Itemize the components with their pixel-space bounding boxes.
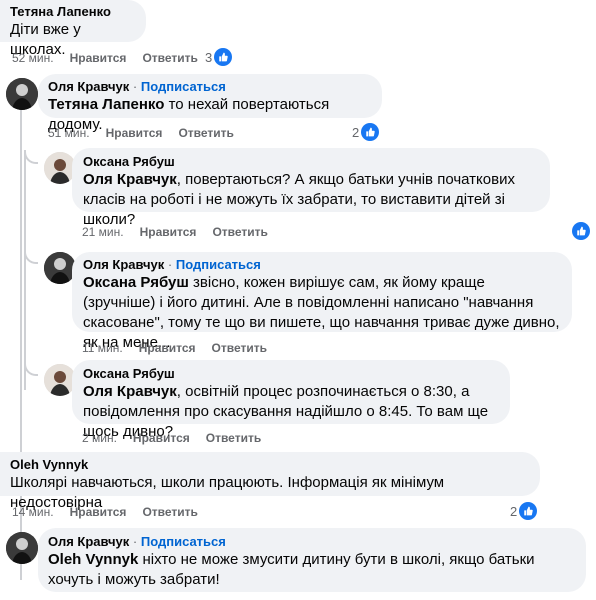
like-icon — [214, 48, 233, 66]
mention-link[interactable]: Оля Кравчук — [83, 171, 177, 188]
reply-button[interactable]: Ответить — [142, 51, 197, 65]
thread-connector — [24, 150, 38, 164]
reply-button[interactable]: Ответить — [142, 505, 197, 519]
comment-time[interactable]: 2 мин. — [82, 431, 117, 445]
comment-bubble: Оля Кравчук · Подписаться Тетяна Лапенко… — [38, 74, 382, 133]
avatar[interactable] — [6, 532, 38, 564]
subscribe-link[interactable]: Подписаться — [141, 534, 226, 549]
comment-bubble: Оксана Рябуш Оля Кравчук, повертаються? … — [72, 148, 550, 228]
comment-author[interactable]: Оля Кравчук — [48, 79, 129, 94]
reaction-number: 3 — [205, 49, 213, 65]
comment-meta: 14 мин. Нравится Ответить — [12, 505, 214, 519]
reply-button[interactable]: Ответить — [206, 431, 261, 445]
subscribe-link[interactable]: Подписаться — [141, 79, 226, 94]
like-icon — [572, 222, 590, 240]
reply-button[interactable]: Ответить — [212, 225, 267, 239]
like-button[interactable]: Нравится — [140, 225, 197, 239]
like-button[interactable]: Нравится — [70, 505, 127, 519]
reaction-count[interactable]: 3 — [205, 48, 233, 66]
like-button[interactable]: Нравится — [106, 126, 163, 140]
thread-connector — [24, 362, 38, 376]
mention-link[interactable]: Тетяна Лапенко — [48, 96, 164, 113]
comment-meta: 52 мин. Нравится Ответить — [12, 51, 214, 65]
comment-meta: 51 мин. Нравится Ответить — [48, 126, 250, 140]
comment-time[interactable]: 21 мин. — [82, 225, 124, 239]
reaction-count[interactable]: 2 — [352, 123, 380, 141]
thread-line-nested — [24, 150, 26, 390]
mention-link[interactable]: Оля Кравчук — [83, 383, 177, 400]
subscribe-link[interactable]: Подписаться — [176, 257, 261, 272]
comment-meta: 11 мин. Нравится Ответить — [82, 341, 283, 355]
comment-author[interactable]: Оксана Рябуш — [83, 366, 499, 382]
reaction-count[interactable] — [570, 222, 590, 240]
reply-button[interactable]: Ответить — [212, 341, 267, 355]
avatar[interactable] — [6, 78, 38, 110]
comment-author[interactable]: Оксана Рябуш — [83, 154, 539, 170]
comment-time[interactable]: 52 мин. — [12, 51, 54, 65]
comment-author[interactable]: Оля Кравчук — [48, 534, 129, 549]
comment-time[interactable]: 51 мин. — [48, 126, 90, 140]
like-button[interactable]: Нравится — [133, 431, 190, 445]
mention-link[interactable]: Oleh Vynnyk — [48, 551, 138, 568]
reaction-count[interactable]: 2 — [510, 502, 538, 520]
reaction-number: 2 — [510, 503, 518, 519]
mention-link[interactable]: Оксана Рябуш — [83, 274, 189, 291]
comment-author[interactable]: Тетяна Лапенко — [10, 4, 136, 20]
comment-meta: 2 мин. Нравится Ответить — [82, 431, 277, 445]
reply-button[interactable]: Ответить — [178, 126, 233, 140]
comment-author[interactable]: Oleh Vynnyk — [10, 457, 530, 473]
reaction-number: 2 — [352, 124, 360, 140]
comment-bubble: Оля Кравчук · Подписаться Oleh Vynnyk ні… — [38, 528, 586, 592]
comment-bubble: Тетяна Лапенко Діти вже у школах. — [0, 0, 146, 58]
like-icon — [361, 123, 380, 141]
comment-bubble: Oleh Vynnyk Школярі навчаються, школи пр… — [0, 452, 540, 511]
comment-time[interactable]: 14 мин. — [12, 505, 54, 519]
comment-bubble: Оксана Рябуш Оля Кравчук, освітній проце… — [72, 360, 510, 440]
thread-connector — [24, 250, 38, 264]
like-button[interactable]: Нравится — [139, 341, 196, 355]
like-button[interactable]: Нравится — [70, 51, 127, 65]
comment-bubble: Оля Кравчук · Подписаться Оксана Рябуш з… — [72, 252, 572, 351]
like-icon — [519, 502, 538, 520]
comment-meta: 21 мин. Нравится Ответить — [82, 225, 284, 239]
comment-time[interactable]: 11 мин. — [82, 341, 123, 355]
comment-author[interactable]: Оля Кравчук — [83, 257, 164, 272]
